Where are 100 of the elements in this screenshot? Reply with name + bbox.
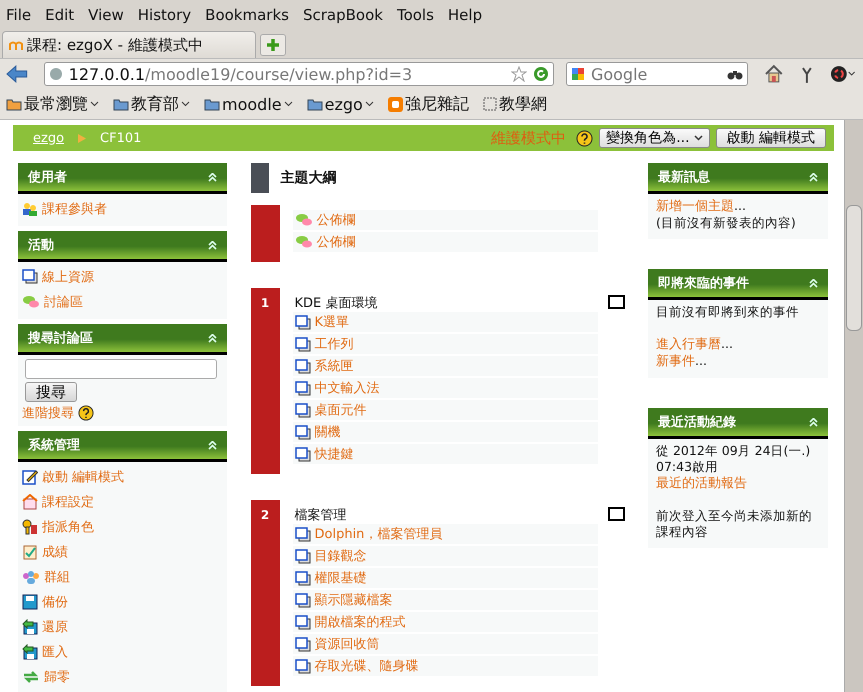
pencil-icon — [22, 468, 38, 484]
block-link[interactable]: 指派角色 — [42, 518, 94, 536]
arrows-icon — [22, 670, 40, 684]
floppy-arrow-icon — [22, 618, 38, 634]
menu-item[interactable]: File — [6, 6, 32, 24]
window-icon — [22, 269, 38, 284]
google-icon — [570, 67, 585, 81]
scrollbar[interactable] — [844, 120, 863, 692]
reload-icon[interactable] — [532, 66, 549, 82]
block-link[interactable]: 還原 — [42, 618, 68, 636]
activity-link[interactable]: 系統匣 — [314, 357, 354, 375]
house-icon — [22, 494, 38, 510]
activity-link[interactable]: 資源回收筒 — [314, 635, 380, 653]
activity-link[interactable]: 桌面元件 — [314, 401, 366, 419]
collapse-icon[interactable] — [208, 440, 217, 450]
block-link[interactable]: 進入行事曆 — [656, 337, 721, 352]
activity-link[interactable]: K選單 — [314, 313, 350, 331]
chat-icon — [22, 294, 40, 308]
block-link[interactable]: 新增一個主題 — [656, 199, 734, 214]
floppy-arrow-icon — [22, 644, 38, 660]
menu-item[interactable]: Bookmarks — [205, 6, 289, 24]
checklist-icon — [22, 544, 38, 560]
folder-icon — [204, 98, 220, 110]
block-link[interactable]: 啟動 編輯模式 — [42, 468, 124, 486]
highlight-toggle[interactable] — [608, 295, 624, 309]
collapse-icon[interactable] — [208, 334, 217, 342]
activity-link[interactable]: 公佈欄 — [316, 211, 356, 229]
menu-item[interactable]: Help — [448, 6, 482, 24]
block-link[interactable]: 課程參與者 — [42, 200, 107, 218]
block-link[interactable]: 備份 — [42, 592, 68, 610]
caret-icon[interactable] — [90, 101, 99, 107]
search-bar[interactable]: Google — [566, 62, 748, 86]
block-link[interactable]: 新事件 — [656, 354, 695, 369]
ellipsis-text: ... — [734, 198, 746, 213]
collapse-icon[interactable] — [809, 418, 818, 426]
activity-link[interactable]: 存取光碟、隨身碟 — [314, 657, 418, 675]
help-icon[interactable] — [576, 130, 594, 146]
caret-icon[interactable] — [284, 101, 293, 107]
search-button[interactable]: 搜尋 — [25, 382, 77, 402]
activity-link[interactable]: 工作列 — [314, 335, 354, 353]
block-link[interactable]: 歸零 — [44, 668, 70, 686]
caret-icon[interactable] — [181, 101, 190, 107]
address-bar[interactable]: 127.0.0.1/moodle19/course/view.php?id=3 — [44, 62, 554, 86]
block-link[interactable]: 線上資源 — [42, 268, 94, 286]
collapse-icon[interactable] — [809, 172, 818, 182]
collapse-icon[interactable] — [208, 240, 217, 250]
search-input[interactable]: Google — [588, 64, 723, 84]
block-text: (目前沒有新發表的內容) — [656, 215, 796, 230]
search-field[interactable] — [25, 359, 217, 379]
block-link[interactable]: 成績 — [42, 542, 68, 560]
menu-item[interactable]: Edit — [45, 6, 74, 24]
activity-link[interactable]: 開啟檔案的程式 — [314, 613, 406, 631]
activity-link[interactable]: 顯示隱藏檔案 — [314, 591, 392, 609]
home-icon[interactable] — [764, 64, 784, 84]
activity-link[interactable]: 公佈欄 — [316, 233, 356, 251]
color-wheel-icon[interactable] — [829, 64, 858, 84]
bookmark-label[interactable]: 最常瀏覽 — [24, 94, 88, 114]
advanced-search-link[interactable]: 進階搜尋 — [22, 404, 74, 422]
activity-link[interactable]: Dolphin，檔案管理員 — [314, 525, 442, 543]
menu-item[interactable]: ScrapBook — [302, 6, 383, 24]
star-icon[interactable] — [510, 66, 527, 82]
bookmark-label[interactable]: 教育部 — [131, 94, 179, 114]
activity-link[interactable]: 關機 — [314, 423, 340, 441]
block-link[interactable]: 課程設定 — [42, 492, 94, 510]
edit-mode-button[interactable]: 啟動 編輯模式 — [716, 128, 826, 148]
help-icon[interactable] — [78, 405, 94, 421]
menu-item[interactable]: Tools — [396, 6, 434, 24]
block-text: 目前沒有即將到來的事件 — [656, 304, 799, 319]
bookmark-label[interactable]: 教學網 — [498, 94, 547, 114]
back-icon[interactable] — [6, 65, 28, 83]
section-number-bar — [250, 205, 280, 262]
highlight-toggle[interactable] — [608, 507, 624, 521]
folder-icon — [6, 98, 22, 110]
breadcrumb-link[interactable]: ezgo — [33, 130, 64, 146]
binoculars-icon[interactable] — [726, 68, 743, 80]
new-tab-button[interactable] — [260, 34, 286, 56]
browser-tab[interactable]: 課程: ezgoX - 維護模式中 — [2, 31, 256, 58]
menu-item[interactable]: History — [138, 6, 192, 24]
block-link[interactable]: 最近的活動報告 — [656, 476, 747, 491]
bookmark-label[interactable]: ezgo — [324, 94, 363, 114]
block-link[interactable]: 討論區 — [44, 292, 83, 310]
block-link[interactable]: 群組 — [44, 568, 70, 586]
activity-link[interactable]: 權限基礎 — [314, 569, 366, 587]
block-link[interactable]: 匯入 — [42, 642, 68, 660]
bookmark-label[interactable]: moodle — [222, 94, 282, 114]
activity-link[interactable]: 快捷鍵 — [314, 445, 354, 463]
collapse-icon[interactable] — [208, 172, 217, 182]
section-number: 1 — [260, 296, 270, 310]
role-select[interactable]: 變換角色為... — [599, 128, 710, 148]
block-text: 前次登入至今尚未添加新的課程內容 — [656, 508, 812, 539]
activity-link[interactable]: 目錄觀念 — [314, 547, 366, 565]
collapse-icon[interactable] — [809, 278, 818, 288]
block-title: 最新訊息 — [658, 168, 710, 186]
block-title: 搜尋討論區 — [28, 330, 93, 347]
block-text: 從 2012年 09月 24日(一.) 07:43啟用 — [656, 443, 810, 474]
bookmark-label[interactable]: 強尼雜記 — [404, 94, 469, 114]
activity-link[interactable]: 中文輸入法 — [314, 379, 380, 397]
caret-icon — [694, 135, 703, 141]
menu-item[interactable]: View — [88, 6, 124, 24]
caret-icon[interactable] — [364, 101, 374, 107]
